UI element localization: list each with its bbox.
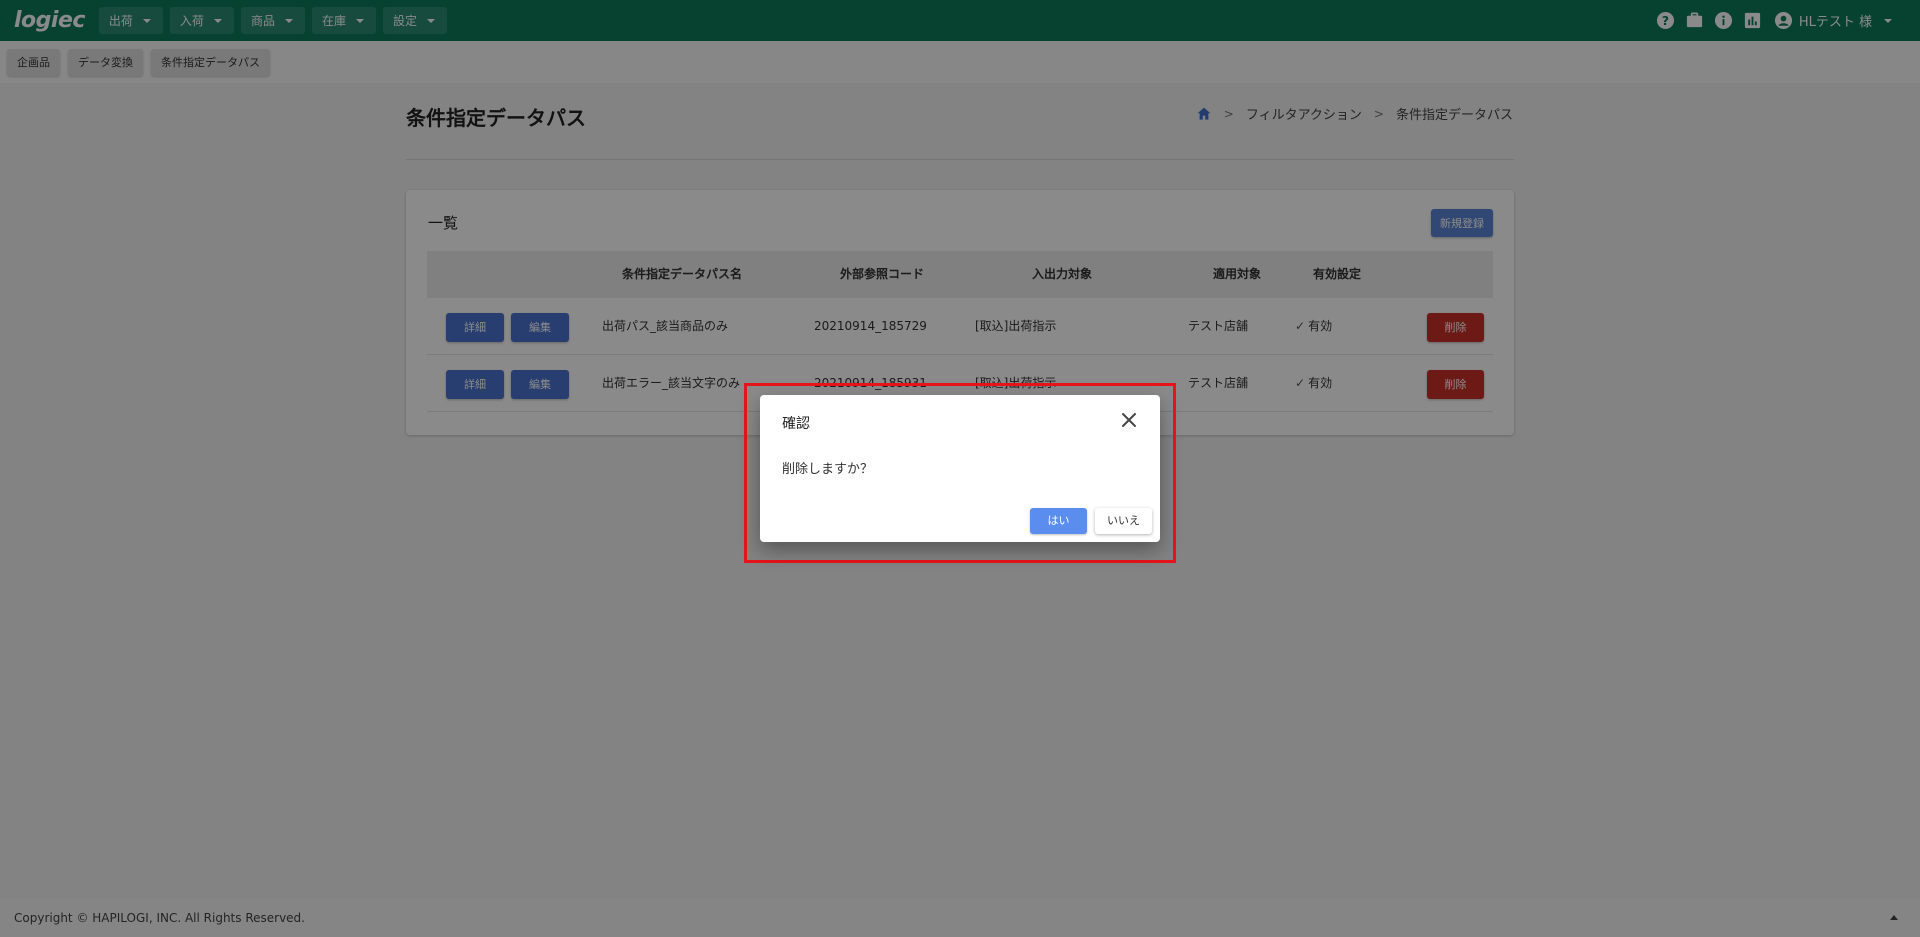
- confirm-no-button[interactable]: いいえ: [1095, 508, 1152, 534]
- dialog-title: 確認: [782, 416, 810, 432]
- close-icon[interactable]: [1120, 411, 1138, 429]
- dialog-message: 削除しますか？: [782, 462, 874, 477]
- confirm-dialog: 確認 削除しますか？ はい いいえ: [760, 395, 1160, 542]
- confirm-yes-button[interactable]: はい: [1030, 508, 1087, 534]
